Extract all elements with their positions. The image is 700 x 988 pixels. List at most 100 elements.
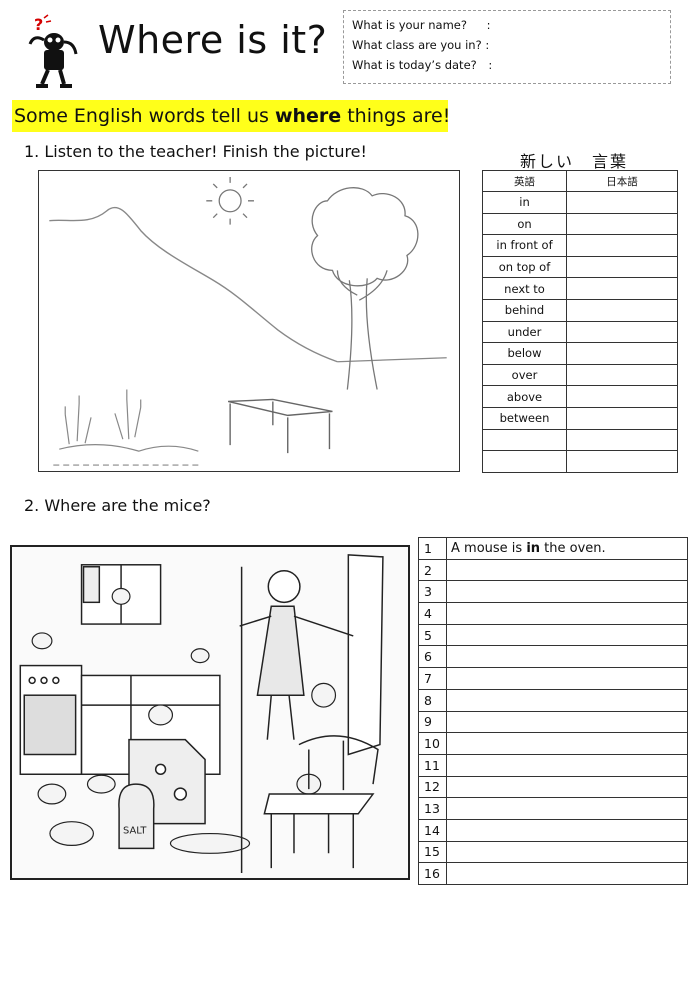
vocab-japanese-cell[interactable] (566, 320, 678, 344)
answer-cell[interactable] (446, 840, 688, 864)
vocab-title: 新しい 言葉 (520, 152, 629, 171)
answer-cell[interactable] (446, 775, 688, 799)
name-colon: : (486, 18, 491, 32)
answer-cell[interactable] (446, 667, 688, 690)
vocab-english-cell: over (482, 363, 567, 387)
answer-cell[interactable] (446, 753, 688, 777)
answer-number: 8 (418, 688, 447, 712)
vocab-english-cell (482, 428, 567, 452)
oven-icon (23, 694, 77, 756)
table-icon (227, 398, 333, 454)
vocab-row: next to (482, 277, 678, 300)
vocab-english-cell: between (482, 406, 567, 430)
vocab-row: below (482, 342, 678, 365)
answer-cell[interactable] (446, 732, 688, 755)
vocab-row: under (482, 320, 678, 344)
banner-bold-word: where (274, 105, 342, 127)
answer-cell[interactable] (446, 558, 688, 582)
sun-icon (206, 176, 254, 225)
vocab-row: above (482, 385, 678, 408)
mice-answer-row: 1A mouse is in the oven. (418, 537, 688, 560)
answer-cell[interactable] (446, 602, 688, 625)
vocab-row: on top of (482, 255, 678, 279)
answer-number: 15 (418, 840, 447, 864)
date-colon: : (488, 58, 493, 72)
mice-answer-row: 15 (418, 840, 688, 864)
mascot-icon: ? (28, 14, 78, 88)
vocab-english-cell: behind (482, 298, 567, 322)
vocab-japanese-cell[interactable] (566, 212, 678, 236)
vocab-japanese-cell[interactable] (566, 428, 678, 452)
vocab-english-cell: in (482, 191, 567, 214)
answer-number: 5 (418, 623, 447, 647)
question-1-heading: 1. Listen to the teacher! Finish the pic… (24, 142, 367, 161)
answer-cell[interactable] (446, 645, 688, 669)
vocab-row (482, 428, 678, 452)
answer-cell[interactable] (446, 710, 688, 734)
answer-cell[interactable] (446, 623, 688, 647)
vocab-row: in front of (482, 234, 678, 257)
name-field[interactable]: What is your name? : (352, 15, 662, 35)
answer-number: 11 (418, 753, 447, 777)
answer-cell[interactable] (446, 862, 688, 885)
mice-answer-row: 13 (418, 797, 688, 820)
vocab-japanese-cell[interactable] (566, 298, 678, 322)
vocab-row: between (482, 406, 678, 430)
vocab-japanese-cell[interactable] (566, 234, 678, 257)
date-field[interactable]: What is today’s date? : (352, 55, 662, 75)
answer-number: 7 (418, 667, 447, 690)
svg-text:?: ? (34, 15, 43, 34)
vocab-japanese-cell[interactable] (566, 191, 678, 214)
vocab-japanese-cell[interactable] (566, 406, 678, 430)
vocab-japanese-cell[interactable] (566, 363, 678, 387)
page-title: Where is it? (98, 18, 328, 62)
vocab-english-cell: above (482, 385, 567, 408)
answer-number: 14 (418, 818, 447, 842)
landscape-drawing[interactable] (38, 170, 460, 472)
mice-answer-row: 2 (418, 558, 688, 582)
vocab-japanese-cell[interactable] (566, 255, 678, 279)
svg-text:SALT: SALT (123, 826, 147, 837)
vocab-japanese-cell[interactable] (566, 450, 678, 473)
vocab-japanese-cell[interactable] (566, 385, 678, 408)
name-label: What is your name? (352, 18, 467, 32)
vocab-english-cell (482, 450, 567, 473)
mice-answer-row: 6 (418, 645, 688, 669)
mice-answer-row: 3 (418, 580, 688, 604)
mice-answer-row: 14 (418, 818, 688, 842)
vocab-english-cell: below (482, 342, 567, 365)
vocab-japanese-cell[interactable] (566, 277, 678, 300)
class-field[interactable]: What class are you in? : (352, 35, 662, 55)
grass-icon (53, 389, 203, 466)
answer-number: 13 (418, 797, 447, 820)
mice-answer-row: 7 (418, 667, 688, 690)
answer-number: 12 (418, 775, 447, 799)
answer-cell[interactable] (446, 797, 688, 820)
vocab-row: behind (482, 298, 678, 322)
vocab-japanese-cell[interactable] (566, 342, 678, 365)
vocab-row: on (482, 212, 678, 236)
answer-cell[interactable] (446, 688, 688, 712)
mountain-outline (49, 206, 338, 363)
horizon-line (337, 357, 447, 363)
question-2-heading: 2. Where are the mice? (24, 496, 211, 515)
vocab-row: in (482, 191, 678, 214)
answer-number: 6 (418, 645, 447, 669)
answer-number: 16 (418, 862, 447, 885)
vocab-col-japanese: 日本語 (566, 170, 678, 192)
mice-answer-row: 4 (418, 602, 688, 625)
mice-answer-table: 1A mouse is in the oven. 2 3 4 5 6 7 8 9 10 11 12 13… (418, 537, 688, 885)
answer-cell[interactable]: A mouse is in the oven. (446, 537, 688, 560)
vocab-col-english: 英語 (482, 170, 567, 192)
answer-number: 3 (418, 580, 447, 604)
mice-answer-row: 11 (418, 753, 688, 777)
vocab-english-cell: under (482, 320, 567, 344)
class-label: What class are you in? : (352, 38, 490, 52)
mice-answer-row: 5 (418, 623, 688, 647)
vocab-english-cell: in front of (482, 234, 567, 257)
mice-answer-row: 8 (418, 688, 688, 712)
answer-cell[interactable] (446, 580, 688, 604)
salt-shaker-icon: SALT (118, 783, 155, 850)
answer-cell[interactable] (446, 818, 688, 842)
date-label: What is today’s date? (352, 58, 477, 72)
